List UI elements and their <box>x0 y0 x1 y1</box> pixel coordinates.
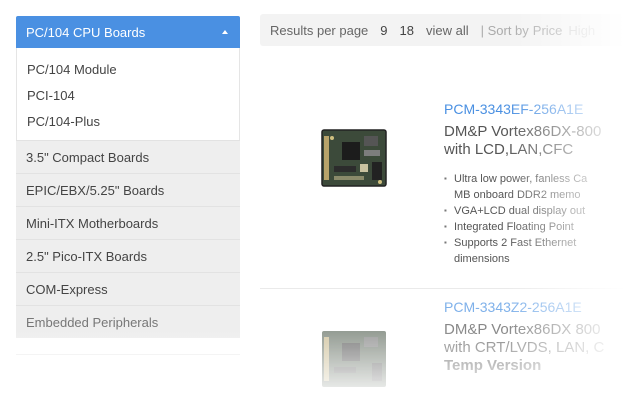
category-label: PC/104 CPU Boards <box>26 24 146 40</box>
sort-price-link[interactable]: Price <box>533 23 563 38</box>
divider <box>16 354 240 355</box>
results-toolbar: Results per page 9 18 view all | Sort by… <box>260 14 625 46</box>
product-card: PCM-3343Z2-256A1E DM&P Vortex86DX 800 wi… <box>260 288 625 400</box>
product-subtitle: DM&P Vortex86DX 800 with CRT/LVDS, LAN, … <box>444 321 604 375</box>
subcategory-pc104-module[interactable]: PC/104 Module <box>17 56 239 82</box>
feature-item: MB onboard DDR2 memo <box>454 189 581 201</box>
category-mini-itx[interactable]: Mini-ITX Motherboards <box>16 206 240 239</box>
category-sidebar: PC/104 CPU Boards PC/104 Module PCI-104 … <box>16 16 240 338</box>
subcategory-pci-104[interactable]: PCI-104 <box>17 82 239 108</box>
sort-high-link[interactable]: High <box>568 23 595 38</box>
circuit-board-icon <box>321 129 387 187</box>
product-subtitle-line: with CRT/LVDS, LAN, C <box>444 339 605 356</box>
view-all-link[interactable]: view all <box>426 23 469 38</box>
category-compact-boards[interactable]: 3.5" Compact Boards <box>16 140 240 173</box>
product-title-link[interactable]: PCM-3343Z2-256A1E <box>444 299 582 315</box>
product-subtitle-line: with LCD,LAN,CFC <box>444 141 574 158</box>
product-card: PCM-3343EF-256A1E DM&P Vortex86DX-800 wi… <box>260 95 625 285</box>
sort-label: | Sort by <box>480 22 529 38</box>
product-subtitle-line: DM&P Vortex86DX 800 <box>444 321 601 338</box>
product-subtitle: DM&P Vortex86DX-800 with LCD,LAN,CFC <box>444 123 601 159</box>
product-subtitle-line: Temp Version <box>444 357 542 374</box>
product-image[interactable] <box>320 329 388 389</box>
product-subtitle-line: DM&P Vortex86DX-800 <box>444 123 602 140</box>
circuit-board-icon <box>322 331 386 387</box>
subcategory-list: PC/104 Module PCI-104 PC/104-Plus <box>16 48 240 140</box>
product-title-link[interactable]: PCM-3343EF-256A1E <box>444 101 583 117</box>
category-com-express[interactable]: COM-Express <box>16 272 240 305</box>
results-per-page-label: Results per page <box>270 22 369 38</box>
category-embedded-peripherals[interactable]: Embedded Peripherals <box>16 305 240 338</box>
per-page-9-link[interactable]: 9 <box>380 23 387 38</box>
feature-item: Supports 2 Fast Ethernet <box>444 235 587 251</box>
feature-item: VGA+LCD dual display out <box>444 203 587 219</box>
page: PC/104 CPU Boards PC/104 Module PCI-104 … <box>0 0 625 400</box>
feature-item: Ultra low power, fanless Ca <box>444 171 587 187</box>
product-image[interactable] <box>320 128 388 188</box>
feature-item: Integrated Floating Point <box>444 219 587 235</box>
chevron-up-icon <box>222 30 228 34</box>
subcategory-pc104-plus[interactable]: PC/104-Plus <box>17 108 239 134</box>
product-features: Ultra low power, fanless Ca MB onboard D… <box>444 171 587 267</box>
feature-item: dimensions <box>454 253 510 265</box>
category-pc104-cpu-boards[interactable]: PC/104 CPU Boards <box>16 16 240 48</box>
category-epic-ebx-boards[interactable]: EPIC/EBX/5.25" Boards <box>16 173 240 206</box>
category-pico-itx[interactable]: 2.5" Pico-ITX Boards <box>16 239 240 272</box>
per-page-18-link[interactable]: 18 <box>400 23 414 38</box>
